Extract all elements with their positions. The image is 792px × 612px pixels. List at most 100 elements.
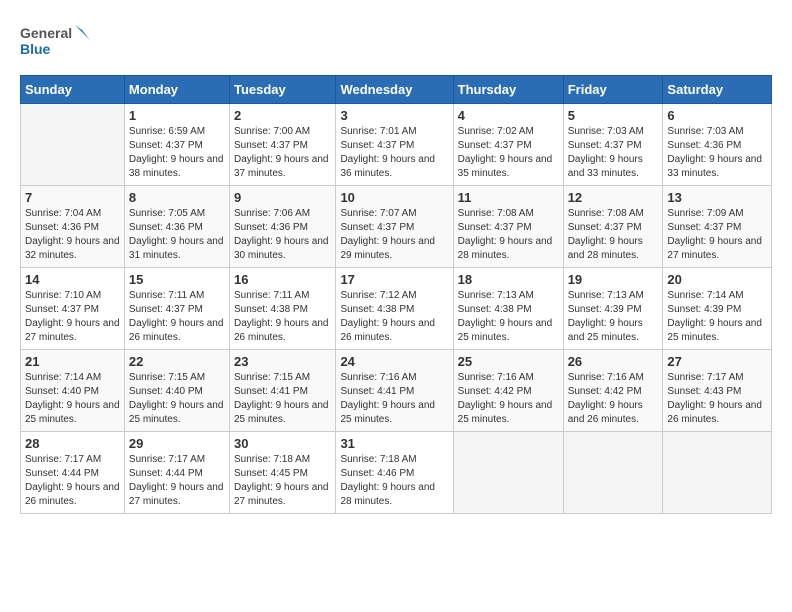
day-info: Sunrise: 7:16 AMSunset: 4:42 PMDaylight:… xyxy=(568,371,659,427)
calendar-cell xyxy=(453,432,563,514)
calendar-week-row: 1 Sunrise: 6:59 AMSunset: 4:37 PMDaylight… xyxy=(21,104,772,186)
day-info: Sunrise: 7:13 AMSunset: 4:38 PMDaylight:… xyxy=(458,289,559,345)
calendar-cell: 3 Sunrise: 7:01 AMSunset: 4:37 PMDaylight… xyxy=(336,104,453,186)
day-number: 9 xyxy=(234,190,331,205)
calendar-cell: 8Sunrise: 7:05 AMSunset: 4:36 PMDaylight… xyxy=(124,186,229,268)
calendar-cell: 2 Sunrise: 7:00 AMSunset: 4:37 PMDaylight… xyxy=(229,104,335,186)
calendar-cell: 10 Sunrise: 7:07 AMSunset: 4:37 PMDayligh… xyxy=(336,186,453,268)
day-number: 28 xyxy=(25,436,120,451)
day-info: Sunrise: 7:01 AMSunset: 4:37 PMDaylight:… xyxy=(340,125,448,181)
day-number: 25 xyxy=(458,354,559,369)
calendar-cell: 30 Sunrise: 7:18 AMSunset: 4:45 PMDayligh… xyxy=(229,432,335,514)
calendar-cell: 6 Sunrise: 7:03 AMSunset: 4:36 PMDaylight… xyxy=(663,104,772,186)
day-number: 30 xyxy=(234,436,331,451)
day-number: 24 xyxy=(340,354,448,369)
day-info: Sunrise: 7:11 AMSunset: 4:37 PMDaylight:… xyxy=(129,289,225,345)
calendar-cell: 15 Sunrise: 7:11 AMSunset: 4:37 PMDayligh… xyxy=(124,268,229,350)
col-header-sunday: Sunday xyxy=(21,76,125,104)
col-header-saturday: Saturday xyxy=(663,76,772,104)
calendar-cell: 17 Sunrise: 7:12 AMSunset: 4:38 PMDayligh… xyxy=(336,268,453,350)
day-number: 12 xyxy=(568,190,659,205)
calendar-cell: 9 Sunrise: 7:06 AMSunset: 4:36 PMDaylight… xyxy=(229,186,335,268)
calendar-cell: 13 Sunrise: 7:09 AMSunset: 4:37 PMDayligh… xyxy=(663,186,772,268)
day-number: 2 xyxy=(234,108,331,123)
day-info: Sunrise: 7:03 AMSunset: 4:36 PMDaylight:… xyxy=(667,125,767,181)
day-info: Sunrise: 7:07 AMSunset: 4:37 PMDaylight:… xyxy=(340,207,448,263)
day-info: Sunrise: 7:13 AMSunset: 4:39 PMDaylight:… xyxy=(568,289,659,345)
day-info: Sunrise: 7:06 AMSunset: 4:36 PMDaylight:… xyxy=(234,207,331,263)
day-number: 21 xyxy=(25,354,120,369)
day-info: Sunrise: 7:08 AMSunset: 4:37 PMDaylight:… xyxy=(568,207,659,263)
day-number: 7 xyxy=(25,190,120,205)
calendar-cell: 20Sunrise: 7:14 AMSunset: 4:39 PMDayligh… xyxy=(663,268,772,350)
calendar-week-row: 7 Sunrise: 7:04 AMSunset: 4:36 PMDaylight… xyxy=(21,186,772,268)
day-number: 31 xyxy=(340,436,448,451)
day-number: 1 xyxy=(129,108,225,123)
col-header-friday: Friday xyxy=(563,76,663,104)
day-info: Sunrise: 7:17 AMSunset: 4:43 PMDaylight:… xyxy=(667,371,767,427)
page-header: GeneralBlue xyxy=(20,20,772,65)
day-number: 3 xyxy=(340,108,448,123)
day-number: 29 xyxy=(129,436,225,451)
svg-text:General: General xyxy=(20,25,72,41)
day-number: 18 xyxy=(458,272,559,287)
day-info: Sunrise: 6:59 AMSunset: 4:37 PMDaylight:… xyxy=(129,125,225,181)
day-number: 6 xyxy=(667,108,767,123)
day-info: Sunrise: 7:00 AMSunset: 4:37 PMDaylight:… xyxy=(234,125,331,181)
calendar-table: SundayMondayTuesdayWednesdayThursdayFrid… xyxy=(20,75,772,514)
day-info: Sunrise: 7:16 AMSunset: 4:41 PMDaylight:… xyxy=(340,371,448,427)
day-info: Sunrise: 7:18 AMSunset: 4:46 PMDaylight:… xyxy=(340,453,448,509)
day-info: Sunrise: 7:09 AMSunset: 4:37 PMDaylight:… xyxy=(667,207,767,263)
day-info: Sunrise: 7:18 AMSunset: 4:45 PMDaylight:… xyxy=(234,453,331,509)
calendar-cell: 18 Sunrise: 7:13 AMSunset: 4:38 PMDayligh… xyxy=(453,268,563,350)
day-number: 10 xyxy=(340,190,448,205)
day-number: 16 xyxy=(234,272,331,287)
calendar-week-row: 14Sunrise: 7:10 AMSunset: 4:37 PMDayligh… xyxy=(21,268,772,350)
calendar-cell xyxy=(663,432,772,514)
day-info: Sunrise: 7:12 AMSunset: 4:38 PMDaylight:… xyxy=(340,289,448,345)
calendar-cell: 4Sunrise: 7:02 AMSunset: 4:37 PMDaylight… xyxy=(453,104,563,186)
calendar-cell: 28 Sunrise: 7:17 AMSunset: 4:44 PMDayligh… xyxy=(21,432,125,514)
day-number: 19 xyxy=(568,272,659,287)
calendar-cell: 23 Sunrise: 7:15 AMSunset: 4:41 PMDayligh… xyxy=(229,350,335,432)
day-info: Sunrise: 7:04 AMSunset: 4:36 PMDaylight:… xyxy=(25,207,120,263)
calendar-cell: 7 Sunrise: 7:04 AMSunset: 4:36 PMDaylight… xyxy=(21,186,125,268)
col-header-wednesday: Wednesday xyxy=(336,76,453,104)
svg-text:Blue: Blue xyxy=(20,41,51,57)
calendar-cell: 31 Sunrise: 7:18 AMSunset: 4:46 PMDayligh… xyxy=(336,432,453,514)
calendar-cell xyxy=(563,432,663,514)
logo: GeneralBlue xyxy=(20,20,90,65)
calendar-week-row: 21 Sunrise: 7:14 AMSunset: 4:40 PMDayligh… xyxy=(21,350,772,432)
calendar-cell: 5 Sunrise: 7:03 AMSunset: 4:37 PMDaylight… xyxy=(563,104,663,186)
day-info: Sunrise: 7:14 AMSunset: 4:39 PMDaylight:… xyxy=(667,289,767,345)
day-number: 5 xyxy=(568,108,659,123)
day-info: Sunrise: 7:15 AMSunset: 4:41 PMDaylight:… xyxy=(234,371,331,427)
day-info: Sunrise: 7:17 AMSunset: 4:44 PMDaylight:… xyxy=(25,453,120,509)
calendar-cell: 19 Sunrise: 7:13 AMSunset: 4:39 PMDayligh… xyxy=(563,268,663,350)
col-header-tuesday: Tuesday xyxy=(229,76,335,104)
day-info: Sunrise: 7:02 AMSunset: 4:37 PMDaylight:… xyxy=(458,125,559,181)
calendar-cell: 24 Sunrise: 7:16 AMSunset: 4:41 PMDayligh… xyxy=(336,350,453,432)
calendar-week-row: 28 Sunrise: 7:17 AMSunset: 4:44 PMDayligh… xyxy=(21,432,772,514)
calendar-cell xyxy=(21,104,125,186)
day-number: 15 xyxy=(129,272,225,287)
day-number: 27 xyxy=(667,354,767,369)
calendar-cell: 25 Sunrise: 7:16 AMSunset: 4:42 PMDayligh… xyxy=(453,350,563,432)
day-info: Sunrise: 7:15 AMSunset: 4:40 PMDaylight:… xyxy=(129,371,225,427)
day-info: Sunrise: 7:03 AMSunset: 4:37 PMDaylight:… xyxy=(568,125,659,181)
day-number: 26 xyxy=(568,354,659,369)
col-header-thursday: Thursday xyxy=(453,76,563,104)
day-number: 23 xyxy=(234,354,331,369)
day-number: 17 xyxy=(340,272,448,287)
calendar-cell: 12 Sunrise: 7:08 AMSunset: 4:37 PMDayligh… xyxy=(563,186,663,268)
calendar-cell: 21 Sunrise: 7:14 AMSunset: 4:40 PMDayligh… xyxy=(21,350,125,432)
calendar-cell: 14Sunrise: 7:10 AMSunset: 4:37 PMDayligh… xyxy=(21,268,125,350)
day-number: 14 xyxy=(25,272,120,287)
day-info: Sunrise: 7:14 AMSunset: 4:40 PMDaylight:… xyxy=(25,371,120,427)
day-info: Sunrise: 7:16 AMSunset: 4:42 PMDaylight:… xyxy=(458,371,559,427)
day-number: 11 xyxy=(458,190,559,205)
day-info: Sunrise: 7:08 AMSunset: 4:37 PMDaylight:… xyxy=(458,207,559,263)
day-number: 13 xyxy=(667,190,767,205)
day-info: Sunrise: 7:17 AMSunset: 4:44 PMDaylight:… xyxy=(129,453,225,509)
calendar-cell: 1 Sunrise: 6:59 AMSunset: 4:37 PMDaylight… xyxy=(124,104,229,186)
